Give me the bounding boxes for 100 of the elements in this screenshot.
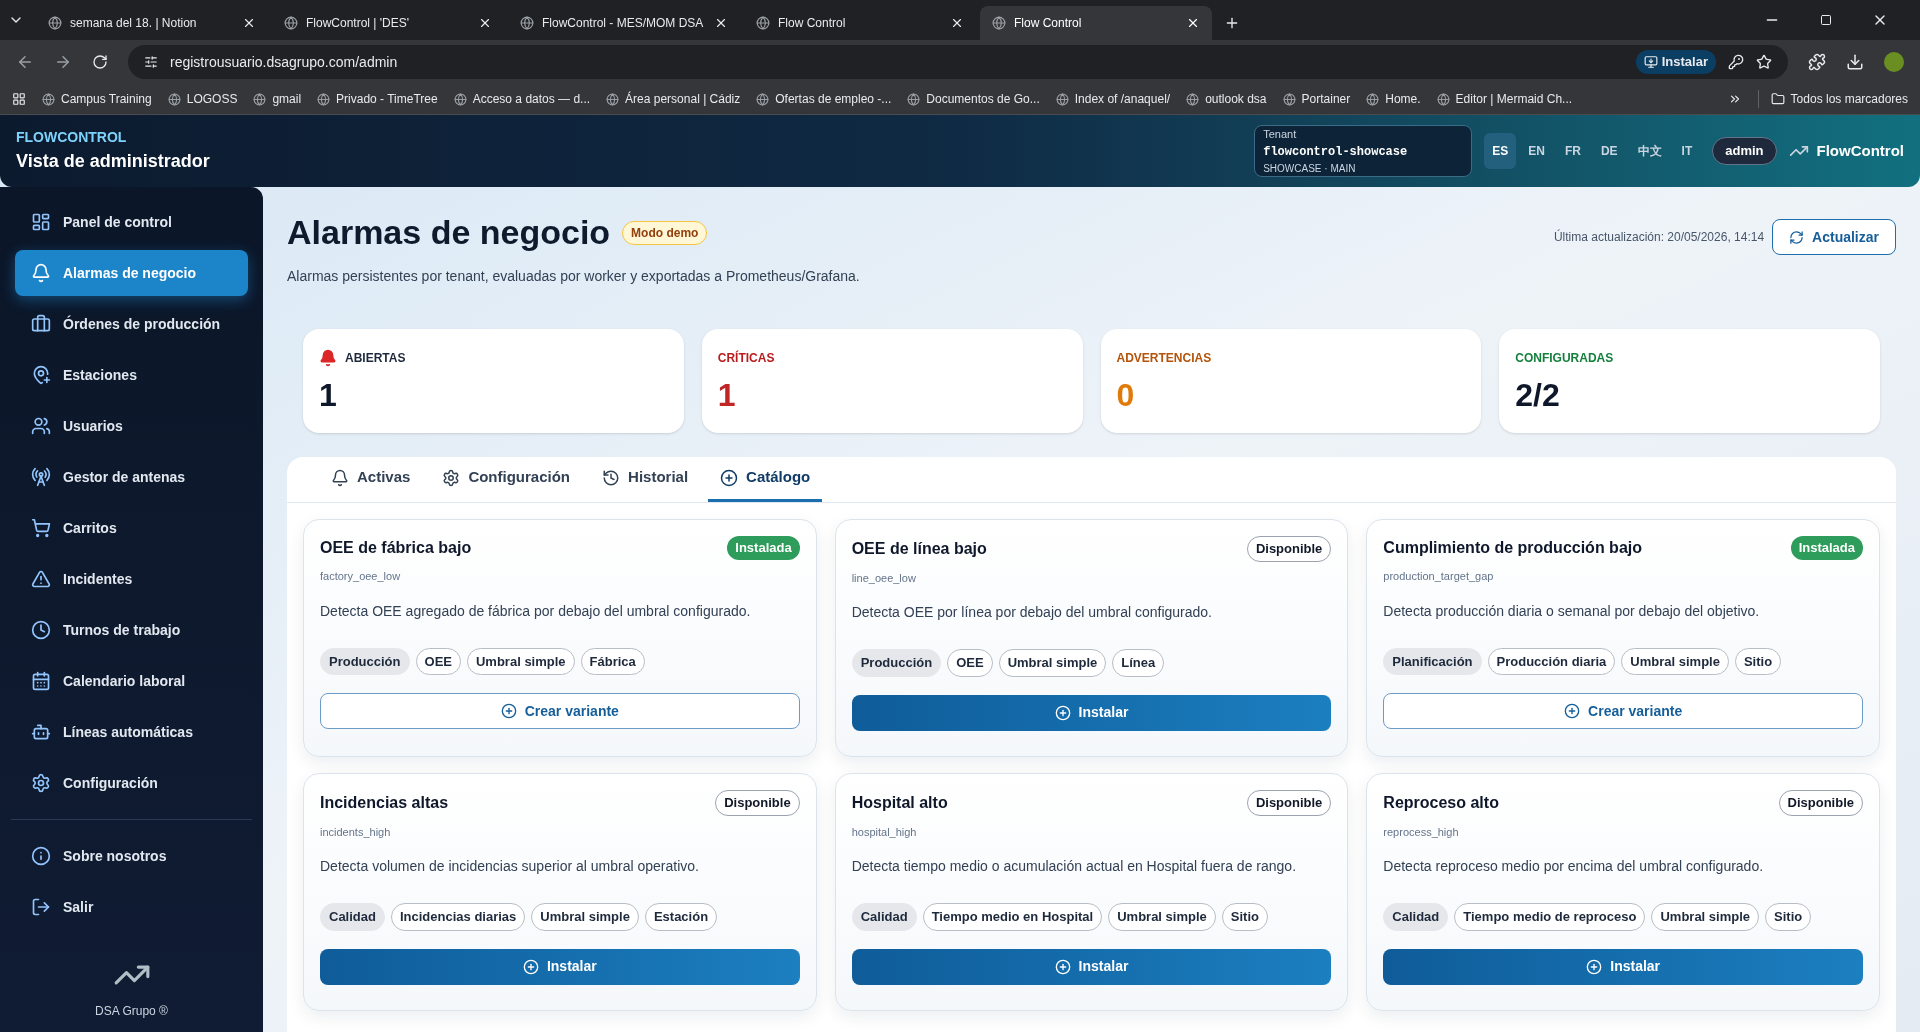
language-option[interactable]: DE xyxy=(1592,133,1626,169)
close-icon[interactable] xyxy=(714,16,728,30)
stat-label: ABIERTAS xyxy=(345,350,406,367)
install-button[interactable]: Instalar xyxy=(1635,50,1716,74)
sidebar-item[interactable]: Gestor de antenas xyxy=(15,454,248,500)
tab[interactable]: Catálogo xyxy=(708,457,823,502)
sidebar-item[interactable]: Panel de control xyxy=(15,199,248,245)
bookmark[interactable]: LOGOSS xyxy=(167,90,238,108)
tab[interactable]: Activas xyxy=(319,457,423,502)
bookmark[interactable]: Campus Training xyxy=(42,90,152,108)
create-variant-button[interactable]: Crear variante xyxy=(1383,693,1863,729)
stat-label: CONFIGURADAS xyxy=(1515,350,1614,367)
sidebar-item[interactable]: Salir xyxy=(15,884,248,930)
tab[interactable]: Configuración xyxy=(430,457,583,502)
install-button[interactable]: Instalar xyxy=(851,694,1332,731)
address-bar[interactable]: registrousuario.dsagrupo.com/admin Instalar xyxy=(128,45,1788,79)
sidebar-item[interactable]: Estaciones xyxy=(15,352,248,398)
site-icon xyxy=(756,16,770,30)
sidebar-item[interactable]: Turnos de trabajo xyxy=(15,607,248,653)
browser-tab[interactable]: FlowControl | 'DES' xyxy=(272,6,504,40)
key-icon[interactable] xyxy=(1728,54,1744,70)
tag: Estación xyxy=(644,903,718,931)
sidebar-item[interactable]: Configuración xyxy=(15,760,248,806)
user-chip[interactable]: admin xyxy=(1712,137,1777,165)
language-option[interactable]: IT xyxy=(1673,133,1701,169)
browser-tab[interactable]: Flow Control xyxy=(980,6,1212,40)
site-icon xyxy=(520,16,534,30)
bookmark[interactable]: Index of /anaquel/ xyxy=(1055,90,1171,108)
new-tab-icon[interactable] xyxy=(1224,15,1240,31)
language-option[interactable]: FR xyxy=(1556,133,1589,169)
tab-title: FlowControl | 'DES' xyxy=(306,15,411,32)
bell-icon xyxy=(319,349,337,367)
close-icon[interactable] xyxy=(1186,16,1200,30)
plus-circle-icon xyxy=(522,958,539,975)
demo-badge: Modo demo xyxy=(622,220,708,245)
apps-icon[interactable] xyxy=(12,92,26,106)
browser-tab[interactable]: semana del 18. | Notion xyxy=(36,6,268,40)
site-icon xyxy=(992,16,1006,30)
sidebar-item[interactable]: Calendario laboral xyxy=(15,658,248,704)
alarm-code: reprocess_high xyxy=(1383,824,1460,840)
extensions-icon[interactable] xyxy=(1808,53,1826,71)
bookmark[interactable]: Documentos de Go... xyxy=(907,90,1040,108)
language-option[interactable]: 中文 xyxy=(1629,133,1670,169)
close-icon[interactable] xyxy=(950,16,964,30)
create-variant-button[interactable]: Crear variante xyxy=(320,693,800,729)
bookmark[interactable]: Acceso a datos — d... xyxy=(453,90,591,108)
sidebar-item[interactable]: Líneas automáticas xyxy=(15,709,248,755)
close-icon[interactable] xyxy=(478,16,492,30)
plus-circle-icon xyxy=(1564,703,1581,719)
tag: Umbral simple xyxy=(467,647,575,675)
site-settings-icon[interactable] xyxy=(144,55,158,69)
alarm-code: production_target_gap xyxy=(1383,569,1495,584)
status-badge: Disponible xyxy=(1778,790,1863,816)
clock-icon xyxy=(31,620,51,640)
install-button[interactable]: Instalar xyxy=(1383,948,1863,985)
reload-icon[interactable] xyxy=(92,54,108,70)
forward-icon[interactable] xyxy=(54,53,72,71)
tag: Umbral simple xyxy=(998,649,1107,677)
sidebar-item[interactable]: Carritos xyxy=(15,505,248,551)
bookmark[interactable]: Área personal | Cádiz xyxy=(606,90,741,108)
plus-circle-icon xyxy=(1054,704,1071,721)
site-icon xyxy=(756,92,770,106)
bookmark[interactable]: Portainer xyxy=(1282,90,1351,108)
bookmark-star-icon[interactable] xyxy=(1756,54,1772,70)
language-option[interactable]: EN xyxy=(1520,133,1553,169)
status-badge: Instalada xyxy=(1790,536,1863,560)
warning-icon xyxy=(31,569,51,589)
maximize-icon[interactable] xyxy=(1820,14,1832,26)
refresh-button[interactable]: Actualizar xyxy=(1772,219,1896,255)
close-icon[interactable] xyxy=(242,16,256,30)
browser-tab[interactable]: FlowControl - MES/MOM DSA xyxy=(508,6,740,40)
card-description: Detecta reproceso medio por encima del umbral configurado. xyxy=(1383,857,1765,876)
bookmark[interactable]: Ofertas de empleo -... xyxy=(756,90,892,108)
tag: Umbral simple xyxy=(1108,903,1216,931)
sidebar-item[interactable]: Incidentes xyxy=(15,556,248,602)
profile-avatar[interactable] xyxy=(1884,52,1904,72)
sidebar-item[interactable]: Sobre nosotros xyxy=(15,833,248,879)
language-option[interactable]: ES xyxy=(1484,133,1517,169)
bookmark[interactable]: outlook dsa xyxy=(1186,90,1267,108)
bookmark[interactable]: gmail xyxy=(253,90,302,108)
bookmark[interactable]: Todos los marcadores xyxy=(1757,90,1908,108)
calendar-icon xyxy=(31,671,51,691)
tag: Producción diaria xyxy=(1487,647,1616,675)
browser-tab[interactable]: Flow Control xyxy=(744,6,976,40)
plus-circle-icon xyxy=(720,468,739,487)
download-icon[interactable] xyxy=(1846,53,1864,71)
back-icon[interactable] xyxy=(16,53,34,71)
tab[interactable]: Historial xyxy=(590,457,701,502)
bookmark[interactable]: Home. xyxy=(1366,90,1421,108)
bookmark[interactable]: Privado - TimeTree xyxy=(317,90,438,108)
bookmark[interactable]: Editor | Mermaid Ch... xyxy=(1436,90,1573,108)
tag: Umbral simple xyxy=(1621,647,1729,675)
sidebar-item[interactable]: Órdenes de producción xyxy=(15,301,248,347)
install-button[interactable]: Instalar xyxy=(851,948,1332,985)
sidebar-item[interactable]: Alarmas de negocio xyxy=(15,250,248,296)
status-badge: Disponible xyxy=(1246,536,1332,562)
sidebar-item[interactable]: Usuarios xyxy=(15,403,248,449)
tag: Producción xyxy=(320,647,410,675)
tenant-selector[interactable]: Tenant flowcontrol-showcase SHOWCASE · MAIN xyxy=(1254,125,1473,177)
install-button[interactable]: Instalar xyxy=(320,948,800,985)
